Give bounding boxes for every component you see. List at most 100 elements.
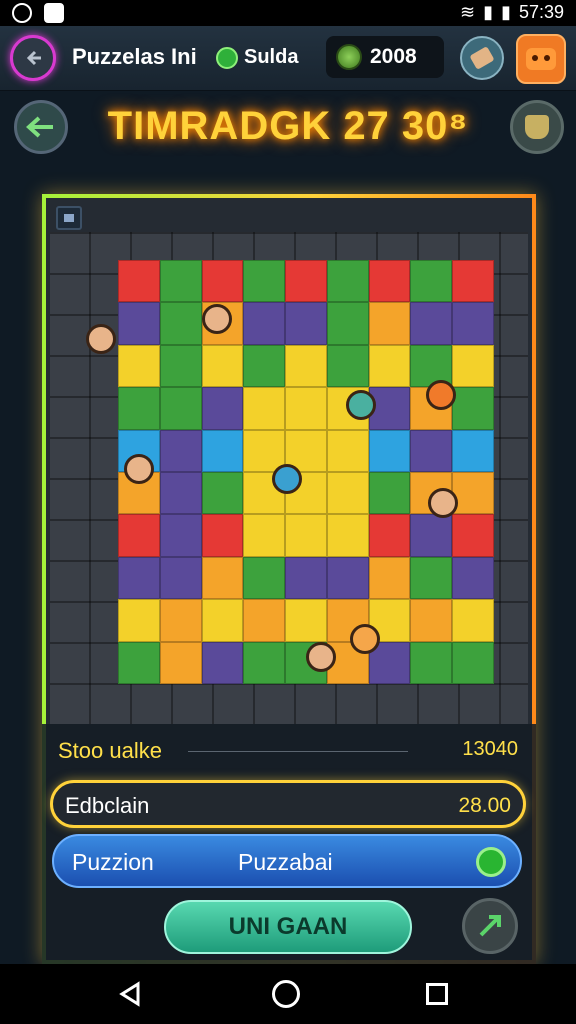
puzzle-piece[interactable]	[118, 260, 160, 303]
puzzle-piece[interactable]	[285, 302, 327, 345]
shuffle-button[interactable]	[462, 898, 518, 954]
achievements-button[interactable]	[510, 100, 564, 154]
puzzle-piece[interactable]	[201, 472, 244, 515]
puzzle-piece[interactable]	[243, 302, 286, 345]
puzzle-piece[interactable]	[452, 472, 494, 515]
puzzle-piece[interactable]	[368, 472, 411, 515]
puzzle-piece[interactable]	[159, 514, 202, 557]
puzzle-piece[interactable]	[285, 514, 327, 557]
puzzle-piece[interactable]	[201, 260, 244, 303]
puzzle-piece[interactable]	[243, 514, 286, 557]
puzzle-piece[interactable]	[118, 387, 160, 430]
hint-button[interactable]	[460, 36, 504, 80]
back-button[interactable]	[10, 35, 56, 81]
battery-icon: ▮	[501, 2, 511, 22]
puzzle-piece[interactable]	[410, 514, 453, 557]
edit-field[interactable]: Edbclain 28.00	[50, 780, 526, 828]
wifi-icon: ≋	[460, 2, 476, 22]
coin-counter[interactable]: 2008	[326, 36, 444, 78]
puzzle-piece[interactable]	[118, 344, 160, 388]
puzzle-piece[interactable]	[326, 260, 369, 303]
preview-toggle-button[interactable]	[56, 206, 82, 230]
puzzle-piece[interactable]	[243, 387, 286, 430]
puzzle-piece[interactable]	[368, 260, 411, 303]
puzzle-piece[interactable]	[118, 599, 160, 642]
nav-home-icon[interactable]	[272, 980, 300, 1008]
puzzle-piece[interactable]	[201, 429, 244, 472]
puzzle-mode-left[interactable]: Puzzion	[72, 849, 154, 876]
leaf-icon	[216, 46, 238, 69]
puzzle-piece[interactable]	[201, 387, 244, 430]
puzzle-mode-right[interactable]: Puzzabai	[238, 849, 333, 876]
puzzle-piece[interactable]	[118, 514, 160, 557]
puzzle-piece[interactable]	[243, 344, 286, 388]
puzzle-pieces[interactable]	[118, 260, 494, 684]
puzzle-piece[interactable]	[201, 514, 244, 557]
puzzle-piece[interactable]	[201, 344, 244, 388]
puzzle-piece[interactable]	[326, 556, 369, 600]
puzzle-piece[interactable]	[410, 599, 453, 642]
puzzle-piece[interactable]	[452, 599, 494, 642]
puzzle-piece[interactable]	[285, 556, 327, 600]
puzzle-piece[interactable]	[243, 599, 286, 642]
puzzle-piece[interactable]	[285, 599, 327, 642]
puzzle-piece[interactable]	[368, 556, 411, 600]
puzzle-piece[interactable]	[118, 302, 160, 345]
puzzle-piece[interactable]	[410, 302, 453, 345]
status-bar: ≋ ▮ ▮ 57:39	[0, 0, 576, 26]
puzzle-piece[interactable]	[452, 429, 494, 472]
puzzle-piece[interactable]	[410, 641, 453, 684]
puzzle-board[interactable]	[50, 232, 528, 724]
level-title: TIMRADGK 27 30⁸	[107, 104, 469, 148]
puzzle-piece[interactable]	[243, 641, 286, 684]
puzzle-piece[interactable]	[243, 260, 286, 303]
puzzle-piece[interactable]	[243, 556, 286, 600]
puzzle-piece[interactable]	[452, 641, 494, 684]
previous-button[interactable]	[14, 100, 68, 154]
puzzle-piece[interactable]	[118, 641, 160, 684]
puzzle-mode-bar[interactable]: Puzzion Puzzabai	[52, 834, 522, 888]
character-icon	[426, 380, 456, 410]
puzzle-piece[interactable]	[452, 344, 494, 388]
puzzle-piece[interactable]	[159, 472, 202, 515]
puzzle-piece[interactable]	[159, 429, 202, 472]
puzzle-piece[interactable]	[368, 344, 411, 388]
puzzle-piece[interactable]	[285, 260, 327, 303]
puzzle-piece[interactable]	[368, 429, 411, 472]
puzzle-piece[interactable]	[285, 344, 327, 388]
puzzle-piece[interactable]	[326, 514, 369, 557]
puzzle-piece[interactable]	[410, 429, 453, 472]
puzzle-piece[interactable]	[159, 302, 202, 345]
puzzle-piece[interactable]	[159, 344, 202, 388]
puzzle-piece[interactable]	[452, 302, 494, 345]
puzzle-piece[interactable]	[118, 556, 160, 600]
puzzle-piece[interactable]	[452, 556, 494, 600]
puzzle-piece[interactable]	[159, 641, 202, 684]
puzzle-piece[interactable]	[159, 556, 202, 600]
puzzle-piece[interactable]	[159, 599, 202, 642]
puzzle-piece[interactable]	[159, 260, 202, 303]
puzzle-piece[interactable]	[452, 260, 494, 303]
puzzle-piece[interactable]	[410, 556, 453, 600]
confirm-icon[interactable]	[476, 847, 506, 877]
puzzle-piece[interactable]	[326, 472, 369, 515]
nav-back-icon[interactable]	[116, 980, 144, 1008]
puzzle-piece[interactable]	[326, 344, 369, 388]
puzzle-piece[interactable]	[201, 556, 244, 600]
puzzle-piece[interactable]	[452, 514, 494, 557]
guide-button[interactable]: Sulda	[216, 46, 298, 69]
puzzle-piece[interactable]	[201, 641, 244, 684]
profile-button[interactable]	[516, 34, 566, 84]
puzzle-piece[interactable]	[452, 387, 494, 430]
start-button[interactable]: UNI GAAN	[164, 900, 412, 954]
puzzle-piece[interactable]	[368, 302, 411, 345]
puzzle-piece[interactable]	[410, 260, 453, 303]
shuffle-icon	[479, 915, 501, 937]
puzzle-piece[interactable]	[326, 302, 369, 345]
puzzle-piece[interactable]	[285, 387, 327, 430]
puzzle-piece[interactable]	[368, 514, 411, 557]
puzzle-piece[interactable]	[201, 599, 244, 642]
puzzle-piece[interactable]	[159, 387, 202, 430]
puzzle-piece[interactable]	[326, 429, 369, 472]
nav-recent-icon[interactable]	[426, 983, 448, 1005]
